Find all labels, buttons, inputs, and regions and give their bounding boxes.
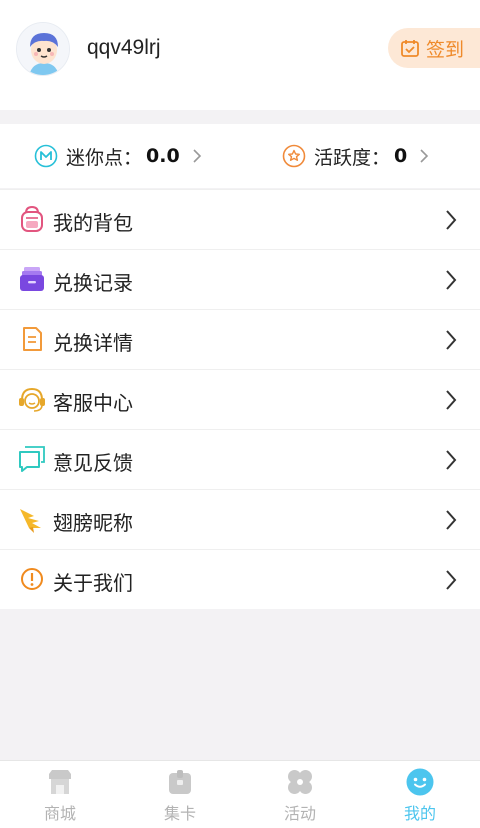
- chevron-right-icon: [446, 570, 457, 590]
- menu-list: 我的背包 兑换记录 兑换详情 客服中心 意见反馈 翅膀昵称 关于我们: [0, 189, 480, 609]
- menu-item-label: 我的背包: [53, 211, 133, 235]
- menu-item-label: 意见反馈: [53, 451, 133, 475]
- tab-shop[interactable]: 商城: [0, 761, 120, 828]
- tab-mine[interactable]: 我的: [360, 761, 480, 828]
- stats-bar: 迷你点： 0.0 活跃度： 0: [0, 124, 480, 188]
- card-box-icon: [169, 770, 191, 794]
- drawer-icon: [20, 267, 44, 291]
- avatar-boy-icon: [17, 23, 69, 75]
- checkin-label: 签到: [426, 38, 465, 61]
- menu-item-label: 关于我们: [53, 571, 133, 595]
- tab-label: 集卡: [163, 804, 196, 823]
- mini-coin-icon: [34, 144, 58, 168]
- menu-item-label: 翅膀昵称: [53, 511, 133, 535]
- clover-icon: [288, 770, 312, 794]
- profile-header: qqv49lrj 签到: [0, 0, 480, 110]
- activity-value: 0: [394, 145, 408, 167]
- tab-activity[interactable]: 活动: [240, 761, 360, 828]
- mini-points-stat[interactable]: 迷你点： 0.0: [34, 124, 202, 188]
- backpack-icon: [21, 205, 43, 232]
- chevron-right-icon: [446, 390, 457, 410]
- chevron-right-icon: [193, 149, 201, 163]
- menu-item-wing-nickname[interactable]: 翅膀昵称: [0, 489, 480, 549]
- tab-collect-cards[interactable]: 集卡: [120, 761, 240, 828]
- wing-icon: [20, 509, 41, 533]
- chevron-right-icon: [446, 210, 457, 230]
- chevron-right-icon: [420, 149, 429, 163]
- menu-item-label: 兑换记录: [53, 271, 133, 295]
- tab-label: 我的: [403, 804, 436, 823]
- activity-label: 活跃度：: [314, 146, 391, 169]
- chevron-right-icon: [446, 450, 457, 470]
- menu-item-customer-service[interactable]: 客服中心: [0, 369, 480, 429]
- menu-item-about-us[interactable]: 关于我们: [0, 549, 480, 609]
- checkin-button[interactable]: 签到: [388, 28, 480, 68]
- calendar-check-icon: [401, 40, 419, 57]
- menu-item-feedback[interactable]: 意见反馈: [0, 429, 480, 489]
- tab-label: 活动: [283, 804, 316, 823]
- star-circle-icon: [282, 144, 306, 168]
- chevron-right-icon: [446, 330, 457, 350]
- menu-item-exchange-records[interactable]: 兑换记录: [0, 249, 480, 309]
- activity-stat[interactable]: 活跃度： 0: [282, 124, 429, 188]
- chevron-right-icon: [446, 510, 457, 530]
- menu-item-backpack[interactable]: 我的背包: [0, 189, 480, 249]
- mini-points-value: 0.0: [146, 145, 180, 167]
- bottom-tab-bar: 商城 集卡 活动 我的: [0, 760, 480, 828]
- info-icon: [21, 568, 43, 590]
- headset-icon: [19, 387, 45, 412]
- tab-label: 商城: [43, 804, 76, 823]
- username: qqv49lrj: [87, 36, 161, 59]
- menu-item-label: 兑换详情: [53, 331, 133, 355]
- menu-item-label: 客服中心: [53, 391, 133, 415]
- smile-icon: [406, 768, 434, 796]
- mini-points-label: 迷你点：: [66, 146, 143, 169]
- document-icon: [23, 327, 42, 351]
- shop-icon: [49, 770, 71, 794]
- avatar[interactable]: [16, 22, 70, 76]
- menu-item-exchange-details[interactable]: 兑换详情: [0, 309, 480, 369]
- chat-bubble-icon: [19, 446, 45, 472]
- chevron-right-icon: [446, 270, 457, 290]
